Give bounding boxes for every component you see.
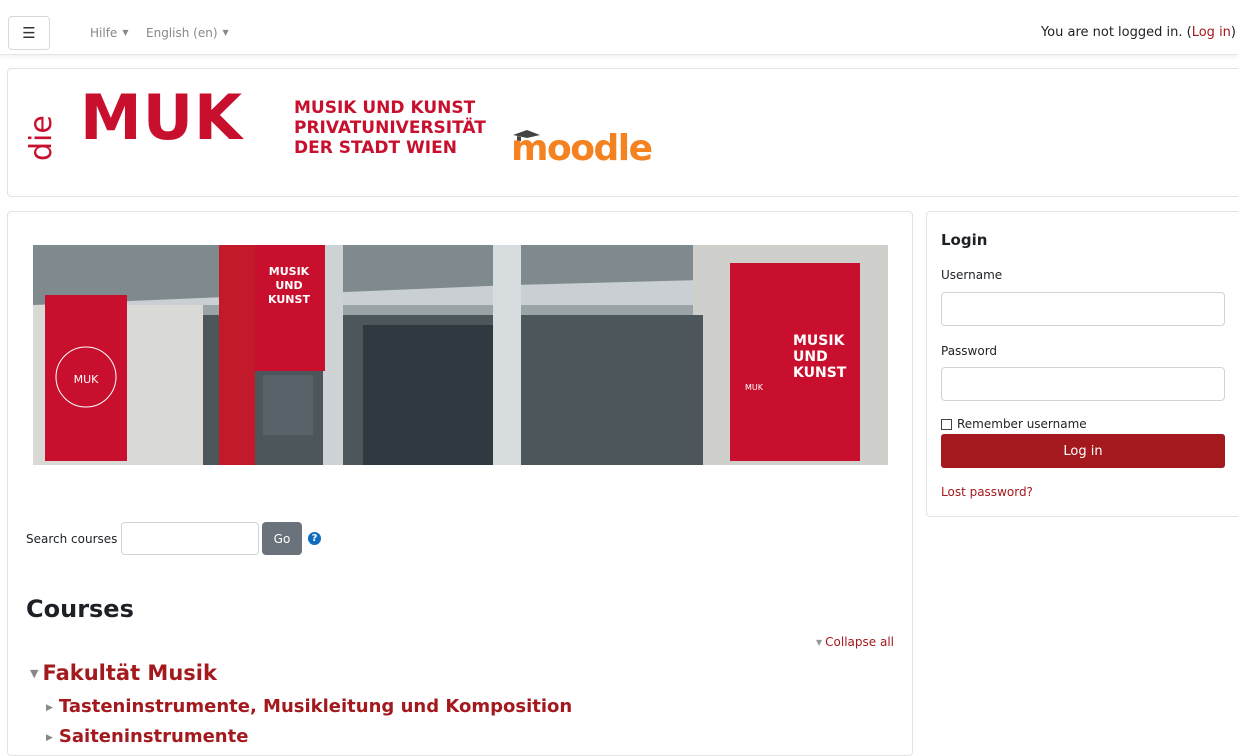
- search-go-button[interactable]: Go: [262, 522, 302, 555]
- hero-image: MUK MUSIK UND KUNST MUSIK UND KUNST MUK: [33, 245, 888, 465]
- site-header: die MUK MUSIK UND KUNST PRIVATUNIVERSITÄ…: [7, 68, 1238, 197]
- username-field[interactable]: [941, 292, 1225, 326]
- collapse-all-link[interactable]: ▼ Collapse all: [816, 635, 894, 649]
- top-navbar: ☰ Hilfe ▼ English (en) ▼ You are not logge…: [0, 0, 1238, 55]
- moodle-logo: moodle: [511, 128, 653, 169]
- caret-down-icon: ▼: [30, 667, 39, 680]
- svg-text:KUNST: KUNST: [793, 365, 847, 381]
- caret-down-icon: ▼: [816, 638, 823, 647]
- login-button[interactable]: Log in: [941, 434, 1225, 468]
- caret-down-icon: ▼: [222, 28, 229, 37]
- main-content: MUK MUSIK UND KUNST MUSIK UND KUNST MUK …: [7, 211, 913, 756]
- remember-username[interactable]: Remember username: [941, 417, 1087, 431]
- question-circle-icon[interactable]: ?: [308, 532, 321, 545]
- courses-heading: Courses: [26, 595, 134, 623]
- hamburger-icon: ☰: [22, 24, 36, 42]
- caret-right-icon: ▶: [46, 703, 53, 713]
- building-photo: MUK MUSIK UND KUNST MUSIK UND KUNST MUK: [33, 245, 888, 465]
- banner-left-muk: MUK: [74, 373, 100, 386]
- login-title: Login: [941, 231, 988, 249]
- svg-text:UND: UND: [275, 279, 302, 292]
- logo-subtitle: MUSIK UND KUNST PRIVATUNIVERSITÄT DER ST…: [294, 98, 486, 158]
- login-link[interactable]: Log in: [1192, 25, 1231, 40]
- lost-password-link[interactable]: Lost password?: [941, 485, 1033, 499]
- caret-down-icon: ▼: [122, 28, 129, 37]
- category-fakultaet-musik[interactable]: ▼ Fakultät Musik: [30, 661, 217, 685]
- login-status: You are not logged in. (Log in): [1040, 25, 1236, 40]
- logo-muk: MUK: [80, 81, 244, 154]
- remember-checkbox[interactable]: [941, 418, 952, 430]
- password-field[interactable]: [941, 367, 1225, 401]
- search-courses-input[interactable]: [121, 522, 259, 555]
- svg-text:UND: UND: [793, 349, 828, 365]
- logo-die-icon: die: [24, 115, 59, 161]
- caret-right-icon: ▶: [46, 733, 53, 743]
- banner-middle-text: MUSIK: [269, 265, 310, 278]
- username-label: Username: [941, 268, 1003, 282]
- subcategory-item[interactable]: ▶ Tasteninstrumente, Musikleitung und Kom…: [46, 696, 572, 717]
- language-menu[interactable]: English (en) ▼: [146, 26, 229, 40]
- login-block: Login Username Password Remember usernam…: [926, 211, 1238, 517]
- banner-right-text: MUSIK: [793, 333, 846, 349]
- help-menu[interactable]: Hilfe ▼: [90, 26, 128, 40]
- svg-text:die: die: [24, 115, 59, 161]
- svg-text:KUNST: KUNST: [268, 293, 310, 306]
- search-courses-label: Search courses: [26, 532, 118, 546]
- svg-text:MUK: MUK: [745, 383, 764, 392]
- hamburger-menu-button[interactable]: ☰: [8, 16, 50, 50]
- password-label: Password: [941, 344, 998, 358]
